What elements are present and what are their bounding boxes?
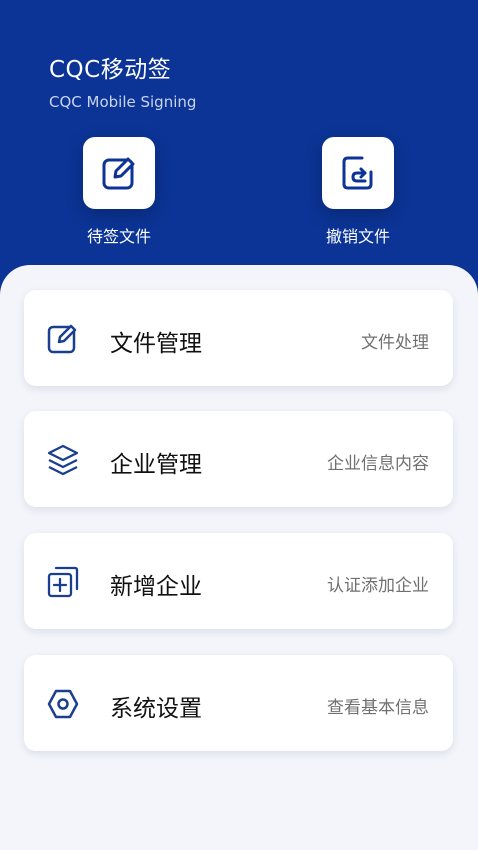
menu-item-desc: 查看基本信息 (327, 698, 429, 718)
pending-files-label: 待签文件 (86, 227, 151, 246)
menu-panel: 文件管理 文件处理 企业管理 企业信息内容 新增企业 认证添加企业 系统设置 查… (0, 265, 478, 850)
revoked-files-tile[interactable] (322, 137, 394, 209)
revoked-files-button[interactable]: 撤销文件 (298, 137, 418, 247)
pending-files-button[interactable]: 待签文件 (59, 137, 179, 247)
revoked-files-label: 撤销文件 (325, 227, 390, 246)
edit-icon (102, 157, 135, 190)
menu-item-title: 文件管理 (110, 331, 202, 357)
menu-item-desc: 企业信息内容 (327, 454, 429, 474)
edit-icon (46, 322, 80, 356)
menu-item-title: 企业管理 (110, 452, 202, 478)
app-title: CQC移动签 (49, 57, 172, 83)
menu-item-add-enterprise[interactable]: 新增企业 认证添加企业 (24, 533, 453, 629)
menu-item-title: 新增企业 (110, 574, 202, 600)
layers-icon (46, 443, 80, 477)
menu-item-system-settings[interactable]: 系统设置 查看基本信息 (24, 655, 453, 751)
menu-item-file-management[interactable]: 文件管理 文件处理 (24, 290, 453, 386)
menu-item-desc: 认证添加企业 (327, 576, 429, 596)
app-subtitle: CQC Mobile Signing (49, 93, 197, 111)
pending-files-tile[interactable] (83, 137, 155, 209)
revoke-icon (342, 156, 373, 190)
menu-item-desc: 文件处理 (361, 333, 429, 353)
menu-item-enterprise-management[interactable]: 企业管理 企业信息内容 (24, 411, 453, 507)
header: CQC移动签 CQC Mobile Signing 待签文件 撤销文件 (0, 0, 478, 300)
hexagon-settings-icon (46, 687, 80, 721)
add-copy-icon (46, 565, 80, 599)
menu-item-title: 系统设置 (110, 696, 202, 722)
